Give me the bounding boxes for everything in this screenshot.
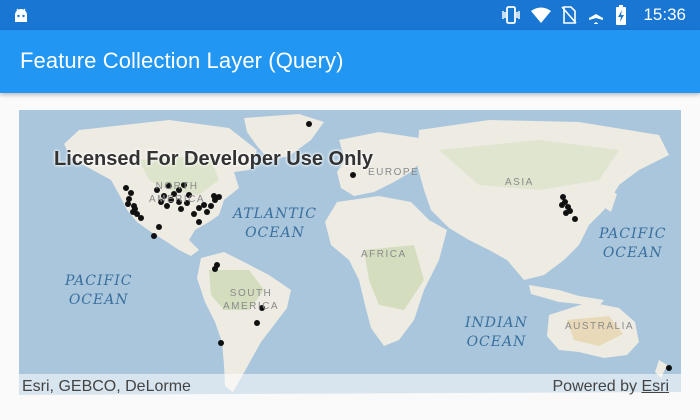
label-atlantic-line1: ATLANTIC [233, 206, 317, 222]
label-europe: EUROPE [368, 167, 420, 178]
feature-point[interactable] [178, 206, 184, 212]
no-sim-icon [561, 6, 578, 24]
vibrate-icon [502, 6, 521, 24]
label-south-america-line2: AMERICA [223, 301, 280, 312]
feature-point[interactable] [126, 196, 132, 202]
feature-point[interactable] [218, 340, 224, 346]
label-pacific-east-line1: PACIFIC [599, 226, 667, 242]
label-pacific-ocean-east: PACIFIC OCEAN [599, 225, 666, 263]
feature-point[interactable] [572, 216, 578, 222]
feature-point[interactable] [132, 206, 138, 212]
label-indian-line1: INDIAN [465, 315, 528, 331]
feature-point[interactable] [151, 233, 157, 239]
label-south-america-line1: SOUTH [229, 288, 273, 299]
feature-point[interactable] [350, 172, 356, 178]
label-north-america: NORTH AMERICA [149, 180, 205, 206]
app-bar: Feature Collection Layer (Query) [0, 30, 700, 93]
feature-point[interactable] [559, 202, 565, 208]
label-pacific-west-line1: PACIFIC [65, 273, 133, 289]
android-icon [15, 8, 27, 22]
attribution-bar: Esri, GEBCO, DeLorme Powered by Esri [19, 374, 681, 400]
label-pacific-ocean-west: PACIFIC OCEAN [65, 272, 132, 310]
label-australia: AUSTRALIA [565, 321, 635, 332]
label-indian-line2: OCEAN [466, 334, 527, 350]
label-pacific-west-line2: OCEAN [68, 292, 129, 308]
status-time: 15:36 [643, 5, 686, 24]
feature-point[interactable] [156, 224, 162, 230]
feature-point[interactable] [204, 209, 210, 215]
feature-point[interactable] [196, 219, 202, 225]
airplane-icon [589, 7, 604, 24]
status-bar: 15:36 [0, 0, 700, 30]
label-asia: ASIA [505, 177, 534, 188]
label-pacific-east-line2: OCEAN [602, 245, 663, 261]
label-africa: AFRICA [361, 249, 407, 260]
feature-point[interactable] [125, 201, 131, 207]
feature-point[interactable] [216, 194, 222, 200]
feature-point[interactable] [211, 193, 217, 199]
feature-point[interactable] [138, 215, 144, 221]
label-north-america-line2: AMERICA [149, 194, 206, 205]
feature-point[interactable] [254, 320, 260, 326]
feature-point[interactable] [666, 365, 672, 371]
esri-link[interactable]: Esri [641, 378, 669, 395]
feature-point[interactable] [128, 190, 134, 196]
attribution-text: Esri, GEBCO, DeLorme [22, 378, 191, 395]
feature-point[interactable] [563, 210, 569, 216]
feature-point[interactable] [208, 203, 214, 209]
label-atlantic-ocean: ATLANTIC OCEAN [233, 205, 317, 243]
feature-point[interactable] [191, 211, 197, 217]
license-watermark: Licensed For Developer Use Only [54, 148, 373, 170]
label-north-america-line1: NORTH [155, 181, 199, 192]
feature-point[interactable] [212, 266, 218, 272]
wifi-icon [531, 7, 552, 23]
battery-charging-icon [616, 5, 627, 25]
map-view[interactable]: NORTH AMERICA EUROPE ASIA AFRICA SOUTH AME… [19, 110, 681, 400]
app-title: Feature Collection Layer (Query) [20, 48, 344, 73]
label-south-america: SOUTH AMERICA [223, 287, 279, 313]
label-indian-ocean: INDIAN OCEAN [465, 314, 528, 352]
powered-by-prefix: Powered by [552, 378, 642, 395]
feature-point[interactable] [123, 185, 129, 191]
feature-point[interactable] [306, 121, 312, 127]
powered-by: Powered by Esri [553, 378, 670, 396]
label-atlantic-line2: OCEAN [245, 225, 305, 241]
